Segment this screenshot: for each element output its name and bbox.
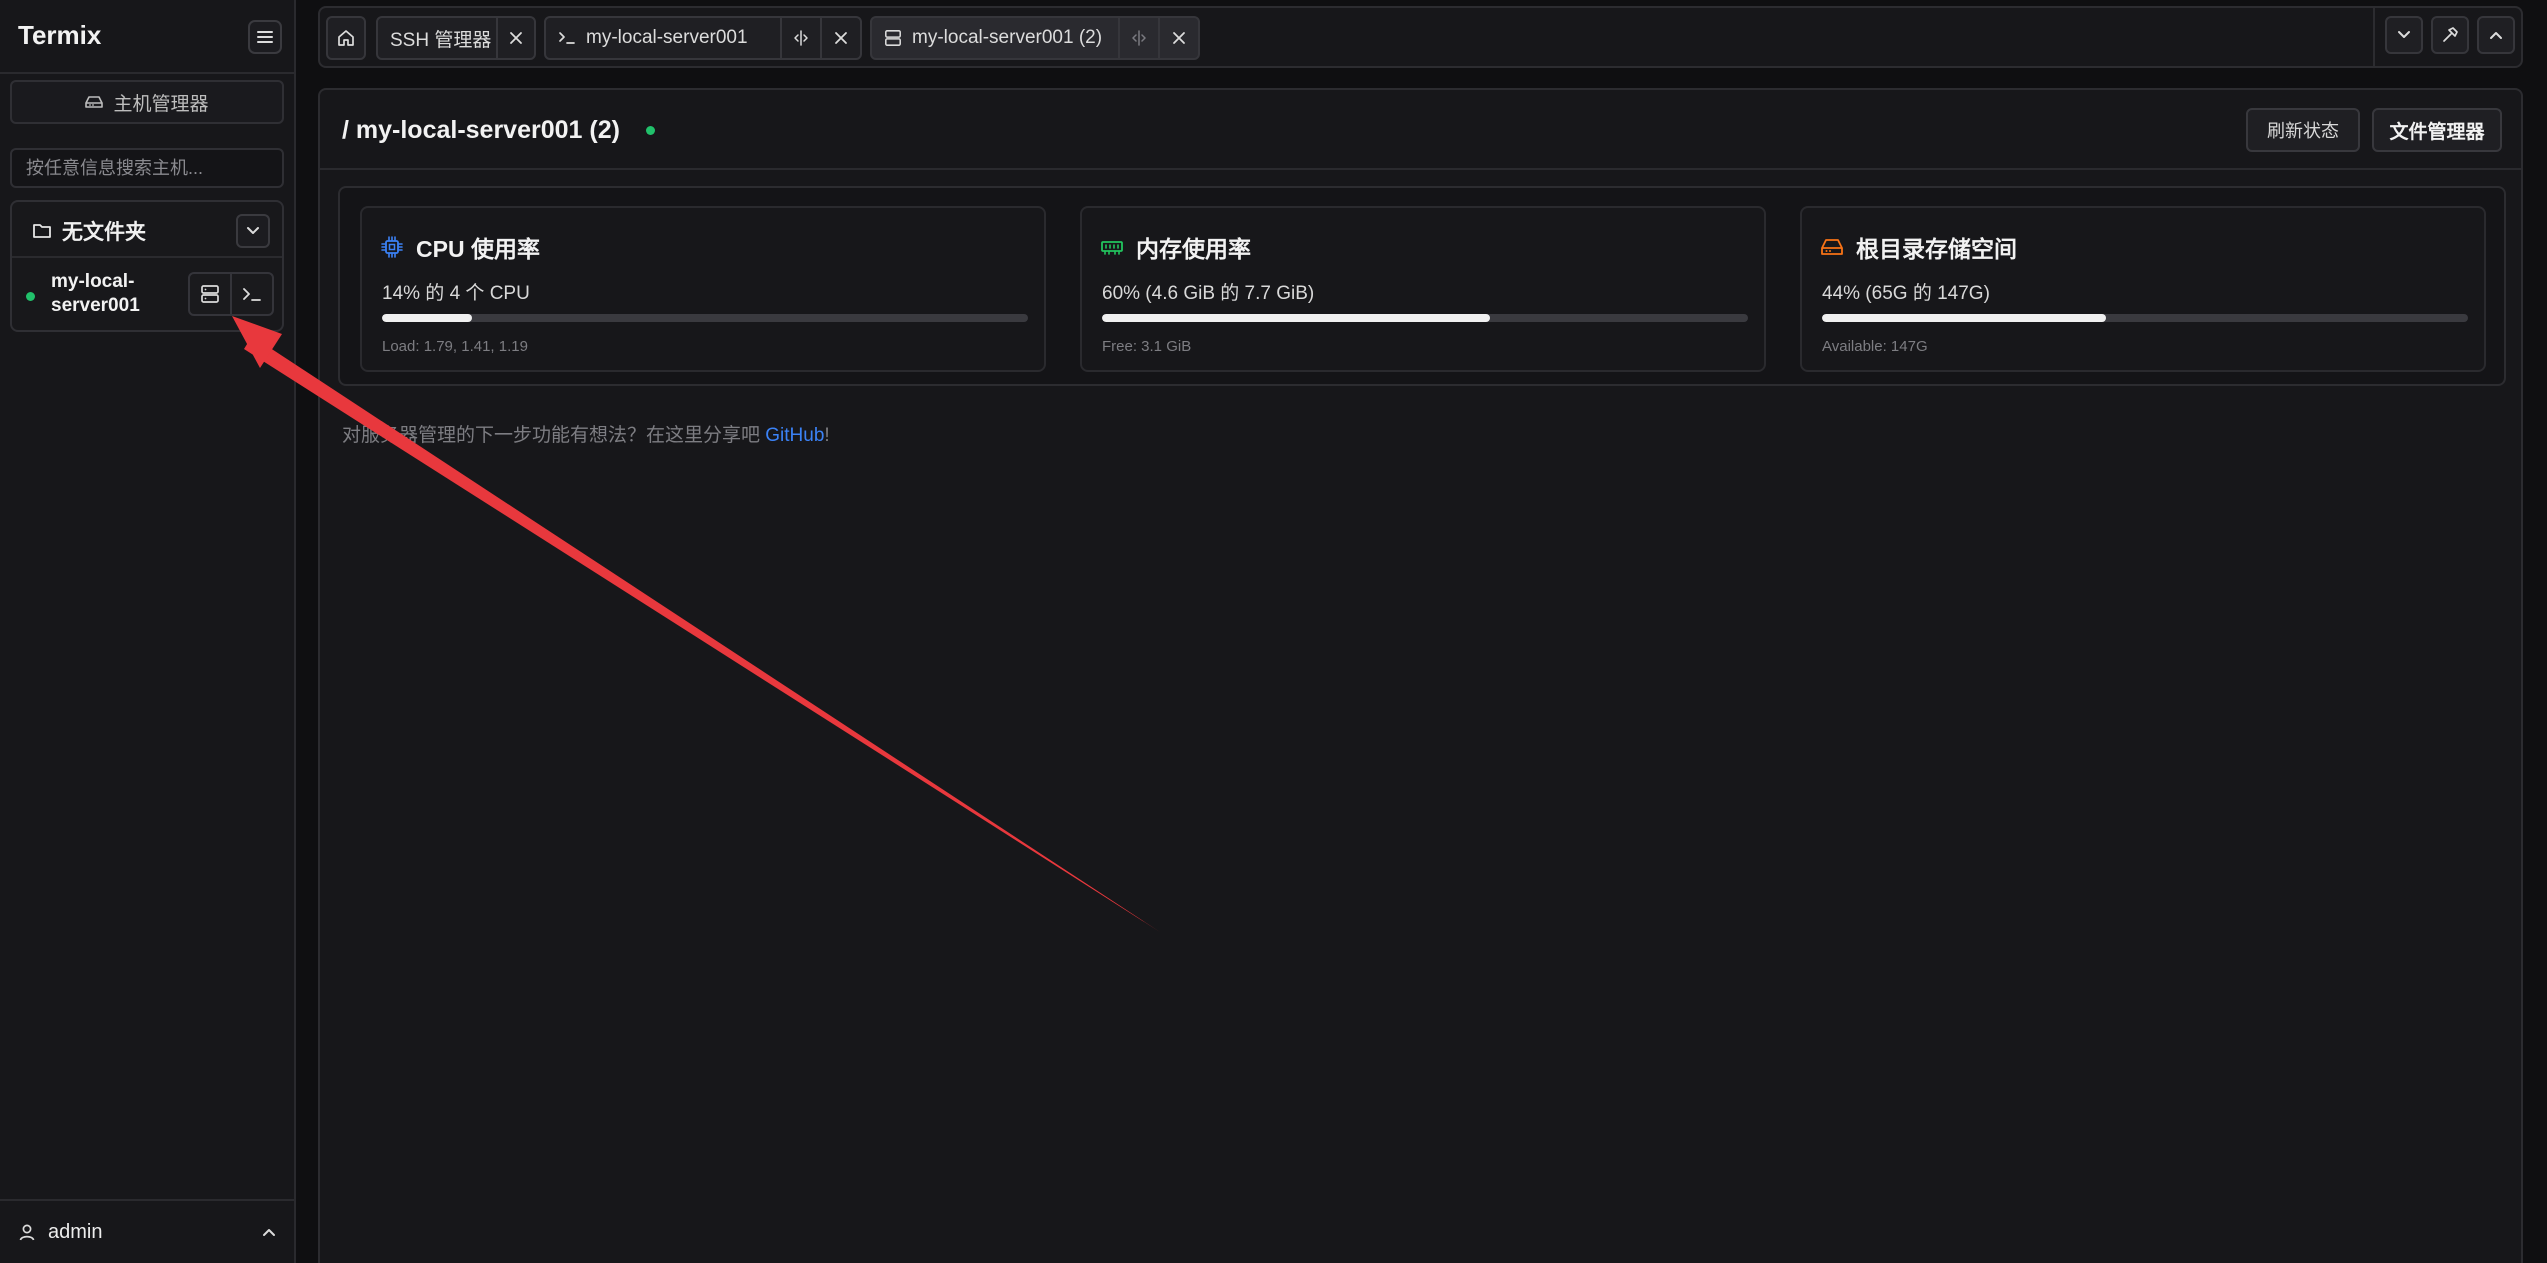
folder-header[interactable]: 无文件夹 [12,202,282,258]
host-manager-button[interactable]: 主机管理器 [10,80,284,124]
host-server-stats-button[interactable] [190,274,230,314]
chevron-down-icon [2398,31,2410,38]
github-link[interactable]: GitHub [765,425,824,446]
split-view-icon [1132,30,1146,46]
tab-split-button[interactable] [1118,18,1158,58]
memory-value: 60% (4.6 GiB 的 7.7 GiB) [1102,283,1315,304]
host-search-input[interactable] [10,148,284,188]
disk-icon [1821,239,1843,255]
tab-ssh-manager[interactable]: SSH 管理器 [376,16,536,60]
terminal-icon [243,288,261,301]
collapse-topbar-button[interactable] [2477,16,2515,54]
tab-list-dropdown-button[interactable] [2385,16,2423,54]
stats-container: CPU 使用率 14% 的 4 个 CPU Load: 1.79, 1.41, … [338,186,2506,386]
menu-button[interactable] [248,20,282,54]
disk-card: 根目录存储空间 44% (65G 的 147G) Available: 147G [1800,206,2486,372]
tools-button[interactable] [2431,16,2469,54]
tab-label-wrap: my-local-server001 [546,18,780,58]
tab-bar-divider [2373,8,2375,66]
terminal-icon [559,32,575,44]
feedback-message: 对服务器管理的下一步功能有想法？在这里分享吧 [342,425,766,446]
cpu-progress-bar [382,314,1028,322]
hammer-icon [2443,27,2458,42]
tab-terminal-server[interactable]: my-local-server001 [544,16,862,60]
user-icon [19,1224,35,1241]
cpu-card: CPU 使用率 14% 的 4 个 CPU Load: 1.79, 1.41, … [360,206,1046,372]
panel-header: / my-local-server001 (2) 刷新状态 文件管理器 [320,90,2521,170]
tab-label-wrap: my-local-server001 (2) [872,18,1118,58]
app-logo-text: Termix [18,20,102,50]
host-actions [188,272,274,316]
disk-title: 根目录存储空间 [1856,236,2017,262]
server-stats-panel: / my-local-server001 (2) 刷新状态 文件管理器 CPU … [318,88,2523,1263]
host-terminal-button[interactable] [230,274,272,314]
close-icon [835,32,847,44]
host-status-dot [26,288,35,306]
file-manager-button[interactable]: 文件管理器 [2372,108,2502,152]
refresh-status-button[interactable]: 刷新状态 [2246,108,2360,152]
tab-label: my-local-server001 (2) [912,27,1103,48]
user-name: admin [48,1220,103,1243]
server-icon [201,285,219,303]
memory-progress-bar [1102,314,1748,322]
disk-progress-fill [1822,314,2107,322]
tab-split-button[interactable] [780,18,820,58]
host-manager-label: 主机管理器 [113,93,209,115]
tab-close-button[interactable] [1158,18,1198,58]
folder-collapse-button[interactable] [236,214,270,248]
folder-name: 无文件夹 [62,221,146,244]
cpu-load: Load: 1.79, 1.41, 1.19 [382,338,528,355]
sidebar: Termix 主机管理器 无文件夹 [0,0,296,1263]
tab-close-button[interactable] [496,18,534,58]
user-menu[interactable]: admin [0,1199,294,1263]
tab-label: SSH 管理器 [390,29,492,51]
close-icon [510,32,522,44]
disk-available: Available: 147G [1822,338,1928,355]
cpu-progress-fill [382,314,473,322]
close-icon [1173,32,1185,44]
chevron-down-icon [247,227,259,234]
tab-bar: SSH 管理器 my-local-server001 my-local-serv… [318,6,2523,68]
card-title: 内存使用率 [1100,230,1251,264]
page-title: / my-local-server001 (2) [342,116,655,145]
server-status-dot [645,126,655,135]
folder-icon [33,224,51,238]
folder-title: 无文件夹 [32,216,146,246]
tab-bar-actions [2385,16,2515,60]
hamburger-icon [257,31,273,43]
tab-label: my-local-server001 [586,27,748,48]
memory-free: Free: 3.1 GiB [1102,338,1192,355]
memory-title: 内存使用率 [1136,236,1251,262]
feedback-suffix: ! [824,425,830,446]
tab-close-button[interactable] [820,18,860,58]
hard-drive-icon [85,96,104,108]
home-tab[interactable] [326,16,366,60]
home-icon [338,30,354,46]
disk-value: 44% (65G 的 147G) [1822,283,1990,304]
chevron-up-icon [2490,32,2502,39]
sidebar-header: Termix [0,0,294,74]
split-view-icon [794,30,808,46]
chevron-up-icon [263,1229,275,1236]
server-icon [885,30,901,46]
memory-icon [1101,241,1123,255]
tab-server-stats[interactable]: my-local-server001 (2) [870,16,1200,60]
cpu-value: 14% 的 4 个 CPU [382,283,530,304]
feedback-text: 对服务器管理的下一步功能有想法？在这里分享吧 GitHub! [342,420,830,447]
host-name[interactable]: my-local-server001 [51,270,151,318]
card-title: 根目录存储空间 [1820,230,2017,264]
disk-progress-bar [1822,314,2468,322]
cpu-title: CPU 使用率 [416,236,540,262]
memory-card: 内存使用率 60% (4.6 GiB 的 7.7 GiB) Free: 3.1 … [1080,206,1766,372]
memory-progress-fill [1102,314,1490,322]
card-title: CPU 使用率 [380,230,540,264]
server-title: / my-local-server001 (2) [342,116,620,144]
cpu-icon [381,236,403,258]
